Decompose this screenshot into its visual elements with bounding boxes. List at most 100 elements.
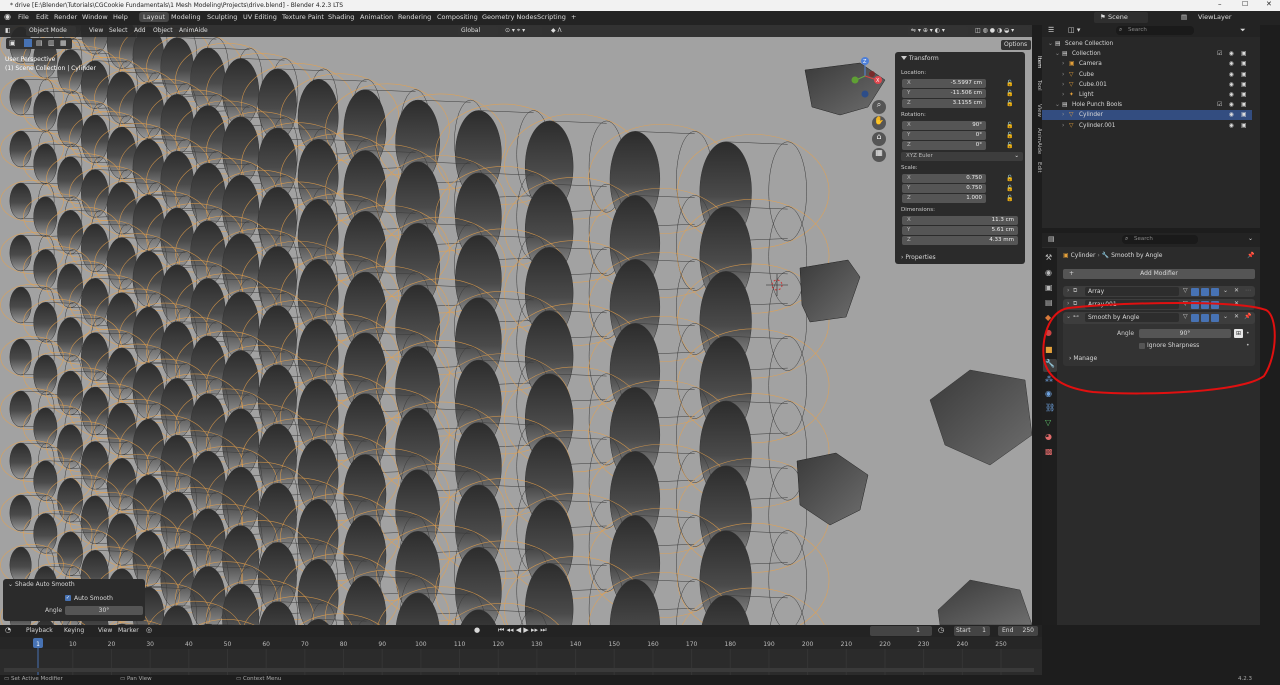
rotation-y-field[interactable]: Y 0° <box>902 131 986 140</box>
collection-checkbox-icon[interactable]: ☑ <box>1217 49 1222 59</box>
render-camera-icon[interactable]: ▣ <box>1241 49 1246 59</box>
editmode-toggle-icon[interactable] <box>1191 288 1199 296</box>
tab-edit[interactable]: Edit <box>1030 162 1042 173</box>
lock-icon[interactable]: 🔓 <box>1006 132 1013 139</box>
tab-shading[interactable]: Shading <box>328 13 354 21</box>
expand-chevron-icon[interactable]: ⌄ <box>1055 100 1060 110</box>
constraints-tab-icon[interactable]: ⛓ <box>1045 403 1055 412</box>
pivot-snap-icons[interactable]: ⊙ ▾ ⌖ ▾ <box>502 26 542 36</box>
menu-help[interactable]: Help <box>113 13 128 21</box>
start-frame-field[interactable]: Start 1 <box>954 626 990 636</box>
lock-icon[interactable]: 🔓 <box>1006 80 1013 87</box>
minimize-button[interactable]: – <box>1218 0 1222 8</box>
tab-rendering[interactable]: Rendering <box>398 13 431 21</box>
record-icon[interactable]: ● <box>474 626 480 634</box>
outliner-item[interactable]: ⌄ ▤ Hole Punch Bools ◉ ▣ ☑ <box>1042 100 1252 110</box>
current-frame-field[interactable]: 1 <box>870 626 932 636</box>
menu-add[interactable]: Add <box>131 26 149 36</box>
menu-playback[interactable]: Playback <box>26 627 53 634</box>
shading-mode-icons[interactable]: ◫ ◍ ● ◑ ◒ ▾ <box>972 26 1030 36</box>
operator-title[interactable]: ⌄ Shade Auto Smooth <box>8 581 75 588</box>
object-mode-dropdown[interactable]: Object Mode <box>26 26 76 36</box>
menu-object[interactable]: Object <box>150 26 176 36</box>
menu-view[interactable]: View <box>86 26 106 36</box>
close-button[interactable]: ✕ <box>1266 0 1272 8</box>
render-camera-icon[interactable]: ▣ <box>1241 59 1246 69</box>
pan-hand-icon[interactable]: ✋ <box>872 116 886 130</box>
outliner-item[interactable]: › ▣ Camera ◉ ▣ <box>1042 59 1252 69</box>
camera-view-icon[interactable]: ⌂ <box>872 132 886 146</box>
location-x-field[interactable]: X -5.5997 cm <box>902 79 986 88</box>
outliner-item[interactable]: › ✦ Light ◉ ▣ <box>1042 90 1252 100</box>
outliner-item[interactable]: › ▽ Cylinder ◉ ▣ <box>1042 110 1252 121</box>
tab-modeling[interactable]: Modeling <box>171 13 201 21</box>
tab-item[interactable]: Item <box>1030 56 1042 69</box>
tab-layout[interactable]: Layout <box>139 12 170 22</box>
menu-edit[interactable]: Edit <box>36 13 49 21</box>
render-camera-icon[interactable]: ▣ <box>1241 110 1246 120</box>
rotation-mode-dropdown[interactable]: XYZ Euler ⌄ <box>901 152 1023 161</box>
viewport-toggle-icon[interactable] <box>1201 288 1209 296</box>
outliner-item[interactable]: › ▽ Cube.001 ◉ ▣ <box>1042 80 1252 90</box>
gizmo-overlay-icons[interactable]: ⇋ ▾ ⊕ ▾ ◐ ▾ <box>908 26 968 36</box>
blender-logo-icon[interactable]: ◉ <box>4 12 11 21</box>
display-mode-icon[interactable]: ◫ ▾ <box>1068 26 1080 34</box>
outliner-item[interactable]: ⌄ ▤ Scene Collection <box>1042 39 1252 49</box>
dropdown-icon[interactable]: ⌄ <box>1223 287 1228 294</box>
select-box-icon[interactable]: ▣ <box>9 39 16 47</box>
lock-icon[interactable]: 🔓 <box>1006 195 1013 202</box>
outliner-item[interactable]: ⌄ ▤ Collection ◉ ▣ ☑ <box>1042 49 1252 59</box>
timeline-area[interactable]: 10 20 30 40 50 60 70 80 90 100 110 120 130 140 150 160 1… <box>0 637 1042 675</box>
material-tab-icon[interactable]: ◕ <box>1045 432 1052 441</box>
select-new-icon[interactable] <box>24 39 32 47</box>
tab-uv-editing[interactable]: UV Editing <box>243 13 277 21</box>
render-camera-icon[interactable]: ▣ <box>1241 90 1246 100</box>
transform-header[interactable]: Transform <box>901 54 1017 63</box>
modifier-visibility-icons[interactable]: ▽ <box>1183 287 1188 294</box>
lock-icon[interactable]: 🔓 <box>1006 142 1013 149</box>
select-invert-icon[interactable]: ▦ <box>60 39 67 47</box>
end-frame-field[interactable]: End 250 <box>998 626 1038 636</box>
rotation-z-field[interactable]: Z 0° <box>902 141 986 150</box>
menu-timeline-view[interactable]: View <box>98 627 112 634</box>
add-modifier-button[interactable]: + Add Modifier <box>1063 269 1255 279</box>
lock-icon[interactable]: 🔓 <box>1006 90 1013 97</box>
texture-tab-icon[interactable]: ▩ <box>1045 447 1053 456</box>
dimensions-x-field[interactable]: X 11.3 cm <box>902 216 1018 225</box>
data-tab-icon[interactable]: ▽ <box>1045 418 1051 427</box>
render-camera-icon[interactable]: ▣ <box>1241 70 1246 80</box>
auto-smooth-checkbox[interactable]: ✓ <box>65 595 71 601</box>
render-camera-icon[interactable]: ▣ <box>1241 100 1246 110</box>
tab-scripting[interactable]: Scripting <box>537 13 566 21</box>
tool-tab-icon[interactable]: ⚒ <box>1045 253 1052 262</box>
dimensions-z-field[interactable]: Z 4.33 mm <box>902 236 1018 245</box>
select-extend-icon[interactable]: ▤ <box>36 39 43 47</box>
menu-file[interactable]: File <box>18 13 29 21</box>
remove-modifier-icon[interactable]: ✕ <box>1234 287 1239 294</box>
render-camera-icon[interactable]: ▣ <box>1241 80 1246 90</box>
tab-tool[interactable]: Tool <box>1030 80 1042 91</box>
playback-controls[interactable]: ⏮ ◂◂ ◀ ▶ ▸▸ ⏭ <box>498 626 547 635</box>
tab-texture-paint[interactable]: Texture Paint <box>282 13 324 21</box>
menu-keying[interactable]: Keying <box>64 627 84 634</box>
view-layer-selector[interactable]: ViewLayer <box>1198 13 1232 21</box>
proportional-edit-icon[interactable]: ◆ Λ <box>548 26 565 36</box>
lock-icon[interactable]: 🔓 <box>1006 122 1013 129</box>
expand-chevron-icon[interactable]: › <box>1062 110 1064 120</box>
modifier-array[interactable]: › ⧉ Array ▽ ⌄ ✕ ⋯ <box>1063 286 1255 297</box>
visibility-eye-icon[interactable]: ◉ <box>1229 90 1234 100</box>
lock-icon[interactable]: 🔓 <box>1006 185 1013 192</box>
filter-icon[interactable]: ⏷ <box>1240 26 1246 35</box>
tab-animation[interactable]: Animation <box>360 13 393 21</box>
auto-keying-icon[interactable]: ◎ <box>146 626 152 634</box>
select-mode-buttons[interactable]: ▣ ▤ ▥ ▦ <box>6 38 72 49</box>
location-z-field[interactable]: Z 3.1155 cm <box>902 99 986 108</box>
collection-checkbox-icon[interactable]: ☑ <box>1217 100 1222 110</box>
expand-chevron-icon[interactable]: › <box>1062 80 1064 90</box>
drag-handle-icon[interactable]: ⋯ <box>1245 287 1251 294</box>
pin-icon[interactable]: 📌 <box>1247 252 1254 259</box>
ortho-grid-icon[interactable]: ▦ <box>872 148 886 162</box>
visibility-eye-icon[interactable]: ◉ <box>1229 59 1234 69</box>
visibility-eye-icon[interactable]: ◉ <box>1229 70 1234 80</box>
dimensions-y-field[interactable]: Y 5.61 cm <box>902 226 1018 235</box>
